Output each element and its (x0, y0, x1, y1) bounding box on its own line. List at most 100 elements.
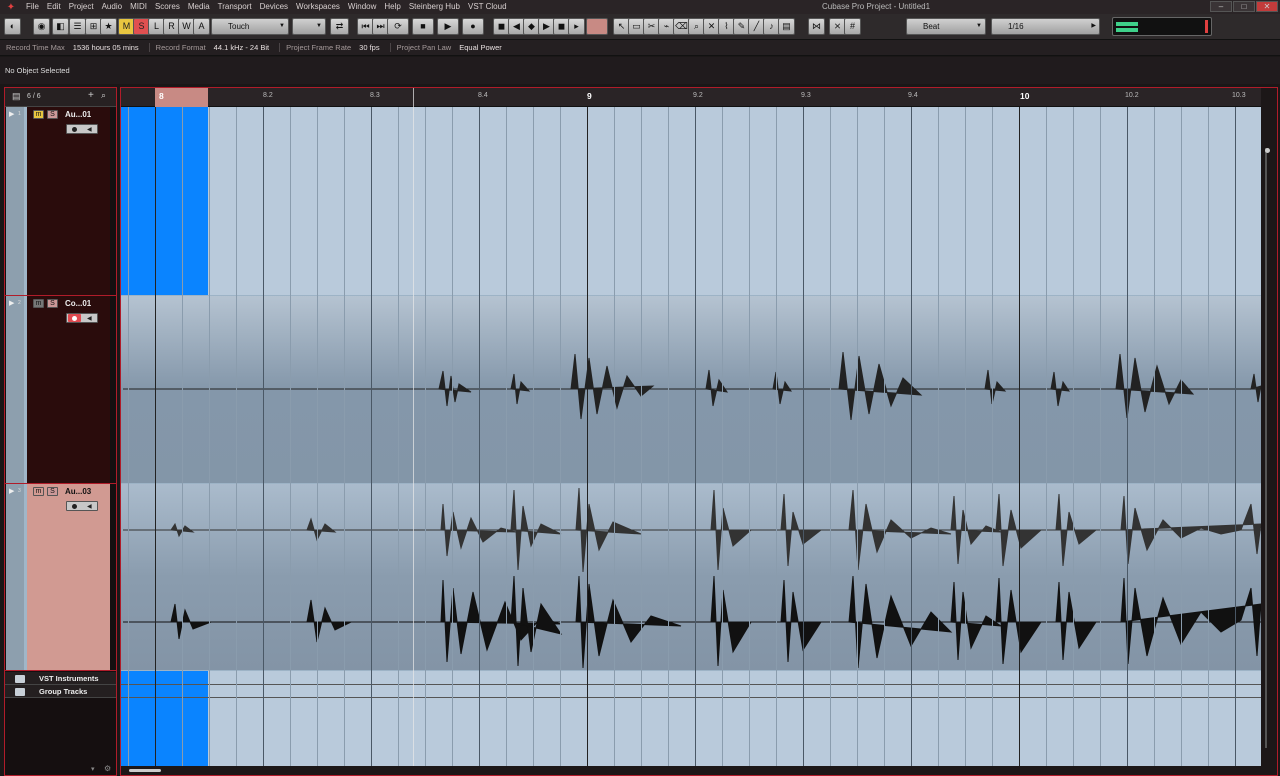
mute-button[interactable]: m (33, 299, 44, 308)
track-2[interactable]: ▶ 2 m S Co...01 ◀ (5, 296, 116, 484)
ruler-label: 10.3 (1232, 92, 1246, 99)
grid-type-select[interactable]: Beat ▼ (906, 18, 986, 35)
selection-range[interactable] (121, 107, 208, 295)
record-time-label: Record Time Max (6, 43, 65, 52)
menu-devices[interactable]: Devices (256, 0, 292, 14)
scroll-handle[interactable] (1265, 148, 1270, 153)
timeline-ruler[interactable]: 8 8.2 8.3 8.4 9 9.2 9.3 9.4 10 10.2 10.3 (121, 88, 1277, 107)
project-window[interactable]: 8 8.2 8.3 8.4 9 9.2 9.3 9.4 10 10.2 10.3 (120, 87, 1278, 776)
quantize-select[interactable]: 1/16 ▶ (991, 18, 1100, 35)
track-strip (6, 484, 24, 670)
monitor-icon[interactable]: ◀ (87, 315, 92, 322)
lane-track-2[interactable] (121, 296, 1261, 483)
collapse-icon[interactable]: ▾ (91, 765, 95, 773)
menu-audio[interactable]: Audio (98, 0, 126, 14)
track-3[interactable]: ▶ 3 m S Au...03 ◀ (5, 484, 116, 671)
monitor-icon[interactable]: ◀ (87, 503, 92, 510)
lane-track-1[interactable] (121, 107, 1261, 295)
record-icon[interactable]: ● (462, 18, 484, 35)
monitor-icon[interactable]: ◀ (87, 126, 92, 133)
global-a-button[interactable]: A (193, 18, 210, 35)
menu-edit[interactable]: Edit (43, 0, 65, 14)
project-cursor[interactable] (413, 88, 414, 775)
automation-mode-value: Touch (228, 22, 250, 31)
menu-midi[interactable]: MIDI (126, 0, 151, 14)
automation-mode-select[interactable]: Touch ▼ (211, 18, 289, 35)
add-track-icon[interactable]: + (88, 90, 94, 101)
mute-button[interactable]: m (33, 110, 44, 119)
comp-tool-icon[interactable]: ▤ (778, 18, 795, 35)
expand-arrow-icon[interactable]: ▶ (9, 487, 14, 495)
menu-help[interactable]: Help (380, 0, 404, 14)
menu-project[interactable]: Project (65, 0, 98, 14)
lane-folders[interactable] (121, 671, 1261, 767)
track-list-menu-icon[interactable]: ▤ (12, 91, 21, 102)
snap-icon[interactable]: ⋈ (808, 18, 825, 35)
expand-arrow-icon[interactable]: ▶ (9, 299, 14, 307)
menu-file[interactable]: File (22, 0, 43, 14)
folder-group-tracks[interactable]: Group Tracks (5, 685, 116, 698)
track-body[interactable] (27, 296, 110, 483)
menu-vst-cloud[interactable]: VST Cloud (464, 0, 511, 14)
minimize-button[interactable]: – (1210, 1, 1232, 12)
maximize-button[interactable]: □ (1233, 1, 1255, 12)
search-icon[interactable]: ⌕ (101, 90, 106, 101)
record-time-value[interactable]: 1536 hours 05 mins (73, 43, 150, 52)
pan-law-label: Project Pan Law (396, 43, 452, 52)
folder-vst-instruments[interactable]: VST Instruments (5, 672, 116, 685)
cycle-icon[interactable]: ⟳ (387, 18, 409, 35)
inspector-icon[interactable]: ◧ (52, 18, 69, 35)
cubase-logo-icon[interactable]: ✦ (0, 0, 22, 14)
pan-law-value[interactable]: Equal Power (459, 43, 512, 52)
mute-button[interactable]: m (33, 487, 44, 496)
solo-button[interactable]: S (47, 299, 58, 308)
vertical-scrollbar[interactable] (1261, 88, 1277, 775)
expand-arrow-icon[interactable]: ▶ (9, 110, 14, 118)
chevron-down-icon: ▼ (279, 23, 285, 29)
meter-overload (1205, 20, 1208, 33)
track-1[interactable]: ▶ 1 m S Au...01 ◀ (5, 107, 116, 296)
lane-divider (121, 684, 1261, 685)
favorite-star-icon[interactable]: ★ (100, 18, 117, 35)
lane-track-3[interactable] (121, 484, 1261, 670)
menu-workspaces[interactable]: Workspaces (292, 0, 344, 14)
nudge-right-icon[interactable]: ▸ (568, 18, 585, 35)
record-enable-icon[interactable] (72, 316, 77, 321)
auto-scroll-icon[interactable]: ⇄ (330, 18, 349, 35)
track-body[interactable] (27, 107, 110, 295)
chevron-down-icon: ▼ (976, 23, 982, 29)
record-format-label: Record Format (155, 43, 206, 52)
track-name[interactable]: Au...03 (65, 487, 91, 496)
track-name[interactable]: Au...01 (65, 110, 91, 119)
menu-window[interactable]: Window (344, 0, 380, 14)
play-icon[interactable]: ▶ (437, 18, 459, 35)
frame-rate-value[interactable]: 30 fps (359, 43, 391, 52)
solo-button[interactable]: S (47, 110, 58, 119)
menu-transport[interactable]: Transport (214, 0, 256, 14)
solo-button[interactable]: S (47, 487, 58, 496)
track-body[interactable] (27, 484, 110, 670)
horizontal-scrollbar[interactable] (121, 766, 1277, 775)
record-format-value[interactable]: 44.1 kHz - 24 Bit (214, 43, 281, 52)
mixer-icon[interactable]: ☰ (69, 18, 86, 35)
color-icon[interactable] (586, 18, 608, 35)
stop-icon[interactable]: ■ (412, 18, 434, 35)
gear-icon[interactable]: ⚙ (104, 764, 111, 773)
menu-scores[interactable]: Scores (151, 0, 184, 14)
meter-fill-bottom (1116, 28, 1138, 32)
track-name[interactable]: Co...01 (65, 299, 91, 308)
menu-media[interactable]: Media (184, 0, 214, 14)
activate-project-icon[interactable]: ◐ (4, 18, 21, 35)
scroll-handle[interactable] (129, 769, 161, 772)
status-bar: No Object Selected (0, 57, 1280, 84)
close-button[interactable]: ✕ (1256, 1, 1278, 12)
constrain-delay-icon[interactable]: ◉ (33, 18, 50, 35)
grid-icon[interactable]: # (844, 18, 861, 35)
track-list: ▤ 6 / 6 + ⌕ ▶ 1 m S Au...01 ◀ ▶ 2 m S Co… (4, 87, 117, 776)
record-enable-icon[interactable] (72, 504, 77, 509)
autoscroll-select[interactable]: ▼ (292, 18, 326, 35)
menu-steinberg-hub[interactable]: Steinberg Hub (405, 0, 464, 14)
quantize-value: 1/16 (1008, 22, 1024, 31)
record-enable-icon[interactable] (72, 127, 77, 132)
selection-range[interactable] (121, 671, 208, 767)
